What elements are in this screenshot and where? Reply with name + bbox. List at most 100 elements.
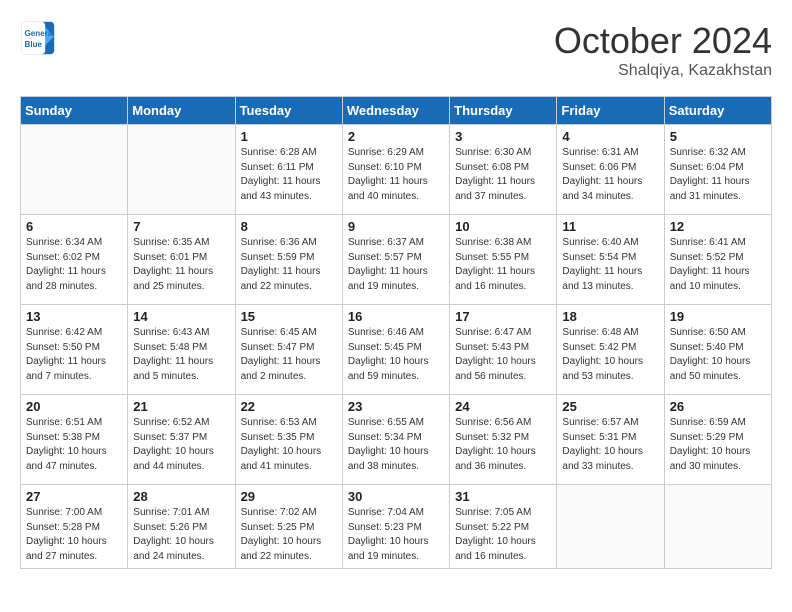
table-row bbox=[128, 125, 235, 215]
day-number: 25 bbox=[562, 399, 658, 414]
day-number: 23 bbox=[348, 399, 444, 414]
day-number: 29 bbox=[241, 489, 337, 504]
day-info: Sunrise: 6:53 AMSunset: 5:35 PMDaylight:… bbox=[241, 416, 337, 474]
title-block: October 2024 Shalqiya, Kazakhstan bbox=[554, 20, 772, 80]
table-row bbox=[557, 485, 664, 569]
table-row: 7 Sunrise: 6:35 AMSunset: 6:01 PMDayligh… bbox=[128, 215, 235, 305]
table-row: 18 Sunrise: 6:48 AMSunset: 5:42 PMDaylig… bbox=[557, 305, 664, 395]
col-wednesday: Wednesday bbox=[342, 97, 449, 125]
table-row: 1 Sunrise: 6:28 AMSunset: 6:11 PMDayligh… bbox=[235, 125, 342, 215]
header-row: Sunday Monday Tuesday Wednesday Thursday… bbox=[21, 97, 772, 125]
day-number: 31 bbox=[455, 489, 551, 504]
calendar-week-row: 20 Sunrise: 6:51 AMSunset: 5:38 PMDaylig… bbox=[21, 395, 772, 485]
day-number: 27 bbox=[26, 489, 122, 504]
day-number: 24 bbox=[455, 399, 551, 414]
day-number: 16 bbox=[348, 309, 444, 324]
table-row: 4 Sunrise: 6:31 AMSunset: 6:06 PMDayligh… bbox=[557, 125, 664, 215]
location-subtitle: Shalqiya, Kazakhstan bbox=[554, 62, 772, 80]
day-number: 20 bbox=[26, 399, 122, 414]
day-info: Sunrise: 6:28 AMSunset: 6:11 PMDaylight:… bbox=[241, 146, 337, 204]
day-number: 12 bbox=[670, 219, 766, 234]
svg-text:General: General bbox=[25, 29, 55, 38]
table-row: 16 Sunrise: 6:46 AMSunset: 5:45 PMDaylig… bbox=[342, 305, 449, 395]
table-row: 10 Sunrise: 6:38 AMSunset: 5:55 PMDaylig… bbox=[450, 215, 557, 305]
day-info: Sunrise: 6:57 AMSunset: 5:31 PMDaylight:… bbox=[562, 416, 658, 474]
calendar-table: Sunday Monday Tuesday Wednesday Thursday… bbox=[20, 96, 772, 569]
col-saturday: Saturday bbox=[664, 97, 771, 125]
day-number: 18 bbox=[562, 309, 658, 324]
day-number: 1 bbox=[241, 129, 337, 144]
day-info: Sunrise: 7:05 AMSunset: 5:22 PMDaylight:… bbox=[455, 506, 551, 564]
day-info: Sunrise: 7:04 AMSunset: 5:23 PMDaylight:… bbox=[348, 506, 444, 564]
day-info: Sunrise: 6:59 AMSunset: 5:29 PMDaylight:… bbox=[670, 416, 766, 474]
table-row: 13 Sunrise: 6:42 AMSunset: 5:50 PMDaylig… bbox=[21, 305, 128, 395]
table-row: 21 Sunrise: 6:52 AMSunset: 5:37 PMDaylig… bbox=[128, 395, 235, 485]
table-row: 28 Sunrise: 7:01 AMSunset: 5:26 PMDaylig… bbox=[128, 485, 235, 569]
day-number: 7 bbox=[133, 219, 229, 234]
table-row: 2 Sunrise: 6:29 AMSunset: 6:10 PMDayligh… bbox=[342, 125, 449, 215]
logo-icon: General Blue bbox=[20, 20, 56, 56]
day-info: Sunrise: 6:40 AMSunset: 5:54 PMDaylight:… bbox=[562, 236, 658, 294]
day-info: Sunrise: 6:30 AMSunset: 6:08 PMDaylight:… bbox=[455, 146, 551, 204]
table-row: 20 Sunrise: 6:51 AMSunset: 5:38 PMDaylig… bbox=[21, 395, 128, 485]
table-row bbox=[21, 125, 128, 215]
table-row: 27 Sunrise: 7:00 AMSunset: 5:28 PMDaylig… bbox=[21, 485, 128, 569]
day-info: Sunrise: 6:52 AMSunset: 5:37 PMDaylight:… bbox=[133, 416, 229, 474]
day-number: 30 bbox=[348, 489, 444, 504]
day-info: Sunrise: 6:32 AMSunset: 6:04 PMDaylight:… bbox=[670, 146, 766, 204]
day-number: 21 bbox=[133, 399, 229, 414]
day-number: 13 bbox=[26, 309, 122, 324]
table-row: 23 Sunrise: 6:55 AMSunset: 5:34 PMDaylig… bbox=[342, 395, 449, 485]
day-info: Sunrise: 6:43 AMSunset: 5:48 PMDaylight:… bbox=[133, 326, 229, 384]
day-info: Sunrise: 7:00 AMSunset: 5:28 PMDaylight:… bbox=[26, 506, 122, 564]
day-info: Sunrise: 6:48 AMSunset: 5:42 PMDaylight:… bbox=[562, 326, 658, 384]
day-number: 14 bbox=[133, 309, 229, 324]
col-monday: Monday bbox=[128, 97, 235, 125]
day-info: Sunrise: 6:42 AMSunset: 5:50 PMDaylight:… bbox=[26, 326, 122, 384]
day-info: Sunrise: 6:46 AMSunset: 5:45 PMDaylight:… bbox=[348, 326, 444, 384]
table-row: 19 Sunrise: 6:50 AMSunset: 5:40 PMDaylig… bbox=[664, 305, 771, 395]
col-tuesday: Tuesday bbox=[235, 97, 342, 125]
table-row: 12 Sunrise: 6:41 AMSunset: 5:52 PMDaylig… bbox=[664, 215, 771, 305]
svg-text:Blue: Blue bbox=[25, 40, 43, 49]
day-number: 2 bbox=[348, 129, 444, 144]
day-info: Sunrise: 7:02 AMSunset: 5:25 PMDaylight:… bbox=[241, 506, 337, 564]
day-info: Sunrise: 6:56 AMSunset: 5:32 PMDaylight:… bbox=[455, 416, 551, 474]
col-thursday: Thursday bbox=[450, 97, 557, 125]
day-info: Sunrise: 6:34 AMSunset: 6:02 PMDaylight:… bbox=[26, 236, 122, 294]
day-number: 22 bbox=[241, 399, 337, 414]
table-row: 5 Sunrise: 6:32 AMSunset: 6:04 PMDayligh… bbox=[664, 125, 771, 215]
day-number: 8 bbox=[241, 219, 337, 234]
calendar-week-row: 6 Sunrise: 6:34 AMSunset: 6:02 PMDayligh… bbox=[21, 215, 772, 305]
day-number: 9 bbox=[348, 219, 444, 234]
day-info: Sunrise: 6:35 AMSunset: 6:01 PMDaylight:… bbox=[133, 236, 229, 294]
page-header: General Blue October 2024 Shalqiya, Kaza… bbox=[20, 20, 772, 80]
day-info: Sunrise: 6:29 AMSunset: 6:10 PMDaylight:… bbox=[348, 146, 444, 204]
day-info: Sunrise: 6:45 AMSunset: 5:47 PMDaylight:… bbox=[241, 326, 337, 384]
calendar-week-row: 27 Sunrise: 7:00 AMSunset: 5:28 PMDaylig… bbox=[21, 485, 772, 569]
table-row: 31 Sunrise: 7:05 AMSunset: 5:22 PMDaylig… bbox=[450, 485, 557, 569]
day-info: Sunrise: 6:55 AMSunset: 5:34 PMDaylight:… bbox=[348, 416, 444, 474]
day-info: Sunrise: 6:37 AMSunset: 5:57 PMDaylight:… bbox=[348, 236, 444, 294]
table-row: 14 Sunrise: 6:43 AMSunset: 5:48 PMDaylig… bbox=[128, 305, 235, 395]
calendar-week-row: 13 Sunrise: 6:42 AMSunset: 5:50 PMDaylig… bbox=[21, 305, 772, 395]
table-row: 9 Sunrise: 6:37 AMSunset: 5:57 PMDayligh… bbox=[342, 215, 449, 305]
day-number: 28 bbox=[133, 489, 229, 504]
table-row: 8 Sunrise: 6:36 AMSunset: 5:59 PMDayligh… bbox=[235, 215, 342, 305]
day-info: Sunrise: 6:41 AMSunset: 5:52 PMDaylight:… bbox=[670, 236, 766, 294]
table-row: 25 Sunrise: 6:57 AMSunset: 5:31 PMDaylig… bbox=[557, 395, 664, 485]
table-row: 26 Sunrise: 6:59 AMSunset: 5:29 PMDaylig… bbox=[664, 395, 771, 485]
day-info: Sunrise: 6:36 AMSunset: 5:59 PMDaylight:… bbox=[241, 236, 337, 294]
day-number: 19 bbox=[670, 309, 766, 324]
day-number: 4 bbox=[562, 129, 658, 144]
table-row: 29 Sunrise: 7:02 AMSunset: 5:25 PMDaylig… bbox=[235, 485, 342, 569]
day-number: 17 bbox=[455, 309, 551, 324]
day-number: 26 bbox=[670, 399, 766, 414]
logo: General Blue bbox=[20, 20, 56, 56]
day-number: 6 bbox=[26, 219, 122, 234]
day-info: Sunrise: 6:50 AMSunset: 5:40 PMDaylight:… bbox=[670, 326, 766, 384]
day-info: Sunrise: 6:38 AMSunset: 5:55 PMDaylight:… bbox=[455, 236, 551, 294]
table-row: 6 Sunrise: 6:34 AMSunset: 6:02 PMDayligh… bbox=[21, 215, 128, 305]
table-row: 30 Sunrise: 7:04 AMSunset: 5:23 PMDaylig… bbox=[342, 485, 449, 569]
col-sunday: Sunday bbox=[21, 97, 128, 125]
